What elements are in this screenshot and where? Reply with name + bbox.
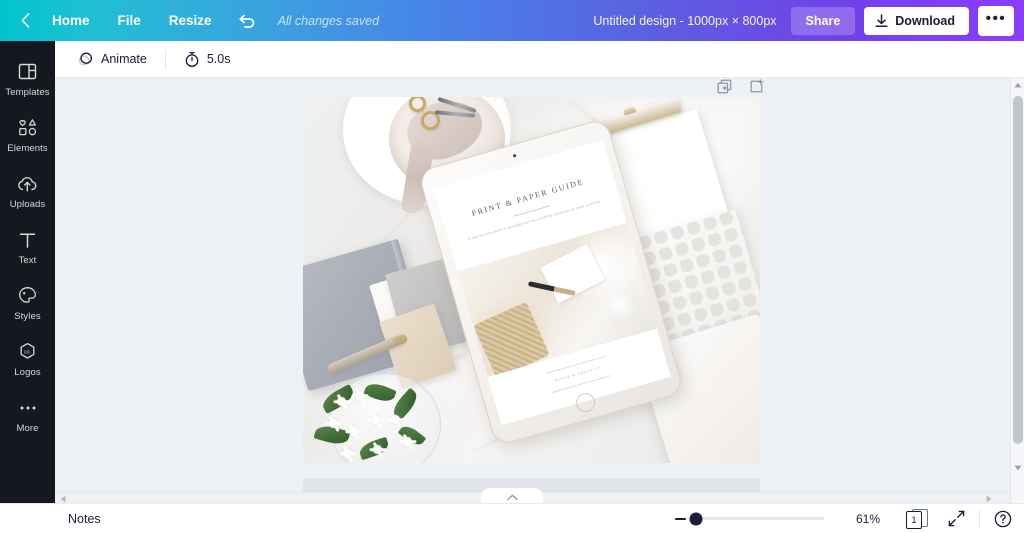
sidebar-item-logos[interactable]: co. Logos	[0, 331, 55, 387]
sidebar-item-elements[interactable]: Elements	[0, 107, 55, 163]
sidebar-item-text[interactable]: Text	[0, 219, 55, 275]
logos-icon: co.	[18, 341, 37, 363]
elements-icon	[18, 117, 38, 139]
flower-bloom	[371, 415, 380, 424]
resize-button[interactable]: Resize	[155, 0, 226, 41]
duration-label: 5.0s	[206, 52, 231, 66]
add-page-icon[interactable]	[749, 79, 764, 94]
flower-bloom	[355, 391, 364, 400]
help-circle-icon	[994, 510, 1012, 528]
sidebar-item-styles[interactable]: Styles	[0, 275, 55, 331]
screen-title: PRINT & PAPER GUIDE	[470, 177, 586, 219]
page-count-button[interactable]: 1	[906, 508, 928, 529]
sidebar-item-templates[interactable]: Templates	[0, 51, 55, 107]
top-nav-right-group: Untitled design - 1000px × 800px Share D…	[593, 0, 1024, 41]
chevron-up-icon	[506, 494, 518, 501]
animate-circles-icon	[77, 51, 94, 68]
zoom-slider[interactable]	[689, 512, 824, 525]
download-button[interactable]: Download	[864, 6, 969, 35]
canva-editor: Home File Resize All changes saved Untit…	[0, 0, 1024, 533]
svg-text:co.: co.	[24, 350, 31, 356]
sidebar-item-uploads[interactable]: Uploads	[0, 163, 55, 219]
flower-bloom	[349, 427, 358, 436]
top-navigation-bar: Home File Resize All changes saved Untit…	[0, 0, 1024, 41]
zoom-out-button[interactable]	[675, 517, 686, 520]
stopwatch-icon	[184, 51, 200, 68]
zoom-percent-label[interactable]: 61%	[850, 512, 880, 526]
vertical-scrollbar-thumb[interactable]	[1013, 96, 1023, 444]
editor-toolbar: Animate 5.0s	[55, 41, 1024, 78]
save-status-text: All changes saved	[277, 13, 380, 28]
sidebar-label-elements: Elements	[7, 142, 48, 154]
templates-icon	[18, 61, 37, 83]
toolbar-divider	[164, 49, 166, 69]
help-button[interactable]	[994, 510, 1012, 528]
text-icon	[19, 229, 36, 251]
design-photo: PRINT & PAPER GUIDE A step-by-step guide…	[303, 97, 760, 463]
sidebar-item-more[interactable]: More	[0, 387, 55, 443]
screen-bowl	[601, 287, 645, 330]
flower-bloom	[329, 419, 338, 428]
page-count-value: 1	[906, 510, 922, 529]
file-menu-button[interactable]: File	[104, 0, 155, 41]
top-nav-left-group: Home File Resize All changes saved	[0, 0, 379, 41]
more-options-button[interactable]: •••	[978, 5, 1014, 36]
bottom-divider	[979, 510, 980, 527]
download-icon	[875, 13, 888, 28]
flower-bloom	[337, 397, 346, 406]
sidebar-label-styles: Styles	[14, 310, 41, 322]
download-label: Download	[895, 13, 955, 28]
sidebar-label-more: More	[16, 422, 39, 434]
home-button[interactable]: Home	[38, 0, 104, 41]
bottom-right-controls: 61% 1	[675, 508, 1024, 529]
undo-icon[interactable]	[230, 0, 264, 41]
vertical-scrollbar[interactable]	[1010, 78, 1024, 503]
sidebar-label-uploads: Uploads	[9, 198, 46, 210]
design-title[interactable]: Untitled design - 1000px × 800px	[593, 14, 776, 28]
flower-bloom	[391, 415, 400, 424]
styles-icon	[18, 285, 37, 307]
left-sidebar: Templates Elements Uploads Text Styles c…	[0, 41, 55, 533]
flower-bloom	[373, 445, 382, 454]
chevron-left-icon[interactable]	[14, 10, 36, 32]
tablet-camera	[512, 153, 517, 158]
uploads-icon	[17, 173, 38, 195]
animate-button[interactable]: Animate	[68, 46, 156, 73]
sidebar-label-templates: Templates	[5, 86, 50, 98]
page-tools-group	[717, 79, 764, 94]
bottom-status-bar: Notes 61% 1	[0, 503, 1024, 533]
scroll-up-arrow-icon[interactable]	[1011, 78, 1024, 92]
sidebar-label-text: Text	[18, 254, 37, 266]
scroll-down-arrow-icon[interactable]	[1011, 461, 1024, 475]
animate-label: Animate	[101, 52, 147, 66]
fullscreen-button[interactable]	[948, 510, 965, 527]
share-button[interactable]: Share	[790, 6, 856, 35]
design-artboard[interactable]: PRINT & PAPER GUIDE A step-by-step guide…	[303, 97, 760, 463]
flower-bloom	[403, 437, 412, 446]
canvas-area[interactable]: PRINT & PAPER GUIDE A step-by-step guide…	[55, 78, 1010, 503]
notes-button[interactable]: Notes	[68, 512, 101, 526]
sidebar-label-logos: Logos	[14, 366, 41, 378]
duration-button[interactable]: 5.0s	[175, 46, 240, 73]
expand-icon	[948, 510, 965, 527]
duplicate-page-icon[interactable]	[717, 79, 732, 94]
screen-footer-rule-top	[545, 355, 606, 374]
zoom-slider-knob[interactable]	[689, 512, 703, 525]
flower-bloom	[343, 449, 352, 458]
panel-collapse-tab[interactable]	[481, 488, 543, 503]
more-dots-icon	[18, 397, 38, 419]
